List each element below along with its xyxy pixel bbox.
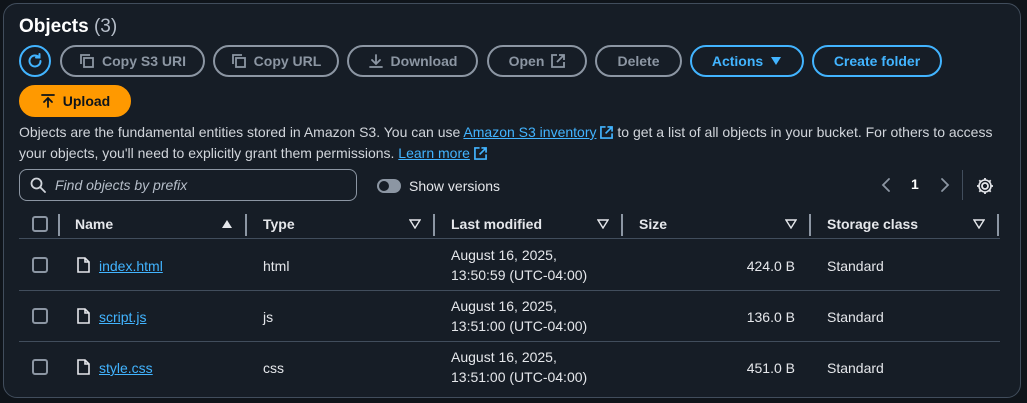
sort-icon[interactable] — [973, 219, 985, 229]
copy-icon — [80, 54, 94, 68]
column-header-last-modified[interactable]: Last modified — [451, 216, 542, 232]
toggle-knob — [379, 181, 389, 191]
row-checkbox[interactable] — [32, 308, 48, 324]
object-name-link[interactable]: style.css — [99, 360, 153, 376]
actions-dropdown[interactable]: Actions — [690, 45, 804, 77]
column-divider — [58, 214, 60, 236]
copy-s3-uri-button[interactable]: Copy S3 URI — [60, 45, 205, 77]
column-header-name[interactable]: Name — [75, 216, 113, 232]
file-icon — [77, 308, 90, 324]
object-storage-class: Standard — [827, 360, 884, 376]
chevron-left-icon[interactable] — [878, 175, 894, 195]
object-last-modified: August 16, 2025, 13:51:00 (UTC-04:00) — [451, 298, 588, 334]
file-icon — [77, 359, 90, 375]
object-name-link[interactable]: script.js — [99, 309, 146, 325]
sort-icon[interactable] — [785, 219, 797, 229]
column-divider — [433, 214, 435, 236]
object-storage-class: Standard — [827, 258, 884, 274]
caret-down-icon — [771, 57, 782, 65]
object-last-modified: August 16, 2025, 13:51:00 (UTC-04:00) — [451, 349, 588, 385]
object-size: 136.0 B — [746, 309, 795, 325]
search-input[interactable]: Find objects by prefix — [19, 169, 357, 201]
search-icon — [30, 177, 46, 193]
column-header-size[interactable]: Size — [639, 216, 667, 232]
object-storage-class: Standard — [827, 309, 884, 325]
refresh-icon — [28, 53, 42, 68]
object-type: html — [263, 258, 290, 274]
sort-icon[interactable] — [597, 219, 609, 229]
show-versions-toggle[interactable] — [377, 179, 401, 193]
sort-ascending-icon[interactable] — [221, 219, 233, 229]
column-header-storage-class[interactable]: Storage class — [827, 216, 918, 232]
column-divider — [245, 214, 247, 236]
external-link-icon — [473, 147, 487, 160]
download-icon — [368, 54, 383, 68]
copy-icon — [231, 54, 246, 68]
row-checkbox[interactable] — [32, 257, 48, 273]
delete-button[interactable]: Delete — [595, 45, 682, 77]
learn-more-link[interactable]: Learn more — [398, 145, 487, 161]
sort-icon[interactable] — [409, 219, 421, 229]
object-last-modified: August 16, 2025, 13:50:59 (UTC-04:00) — [451, 247, 588, 283]
open-button[interactable]: Open — [487, 45, 587, 77]
header-divider — [19, 238, 1000, 239]
page-title: Objects (3) — [19, 16, 118, 37]
column-divider — [809, 214, 811, 236]
refresh-button[interactable] — [19, 45, 51, 77]
object-type: css — [263, 360, 284, 376]
current-page[interactable]: 1 — [911, 176, 919, 192]
column-divider — [621, 214, 623, 236]
object-size: 451.0 B — [746, 360, 795, 376]
copy-url-button[interactable]: Copy URL — [213, 45, 339, 77]
object-name-link[interactable]: index.html — [99, 258, 163, 274]
pager-divider — [962, 170, 963, 200]
row-divider — [19, 290, 1000, 291]
show-versions-label: Show versions — [409, 178, 501, 194]
upload-button[interactable]: Upload — [19, 85, 131, 117]
external-link-icon — [551, 54, 566, 68]
create-folder-button[interactable]: Create folder — [812, 45, 942, 77]
row-divider — [19, 341, 1000, 342]
external-link-icon — [600, 126, 614, 139]
object-size: 424.0 B — [746, 258, 795, 274]
select-all-checkbox[interactable] — [32, 216, 48, 232]
gear-icon[interactable] — [975, 176, 995, 196]
search-placeholder: Find objects by prefix — [55, 177, 188, 193]
upload-icon — [40, 94, 55, 108]
file-icon — [77, 257, 90, 273]
chevron-right-icon[interactable] — [937, 175, 953, 195]
object-count: (3) — [93, 16, 118, 37]
s3-inventory-link[interactable]: Amazon S3 inventory — [463, 124, 614, 140]
description-text: Objects are the fundamental entities sto… — [19, 124, 993, 161]
object-type: js — [263, 309, 274, 325]
column-divider — [997, 214, 999, 236]
download-button[interactable]: Download — [347, 45, 478, 77]
row-checkbox[interactable] — [32, 359, 48, 375]
column-header-type[interactable]: Type — [263, 216, 295, 232]
